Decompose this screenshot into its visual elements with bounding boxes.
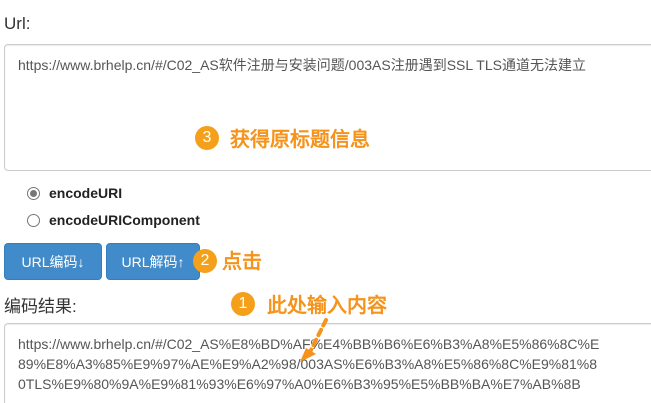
step1-badge: 1 xyxy=(231,292,255,316)
radio-encodeuricomponent-indicator[interactable] xyxy=(27,213,40,227)
url-encode-button[interactable]: URL编码↓ xyxy=(4,243,102,280)
url-label: Url: xyxy=(4,14,31,33)
radio-encodeuri-label: encodeURI xyxy=(49,185,123,201)
result-label: 编码结果: xyxy=(4,297,77,316)
step3-annotation: 获得原标题信息 xyxy=(230,127,370,151)
url-decode-button[interactable]: URL解码↑ xyxy=(106,243,200,280)
radio-encodeuri[interactable]: encodeURI xyxy=(27,185,122,201)
radio-encodeuricomponent[interactable]: encodeURIComponent xyxy=(27,212,200,228)
annotation-arrow-icon xyxy=(300,318,328,362)
radio-encodeuri-indicator[interactable] xyxy=(27,186,40,200)
step2-badge: 2 xyxy=(193,249,217,273)
radio-encodeuricomponent-label: encodeURIComponent xyxy=(49,212,200,228)
step3-badge: 3 xyxy=(195,126,219,150)
step1-annotation: 此处输入内容 xyxy=(267,293,387,317)
step2-annotation: 点击 xyxy=(222,249,262,273)
